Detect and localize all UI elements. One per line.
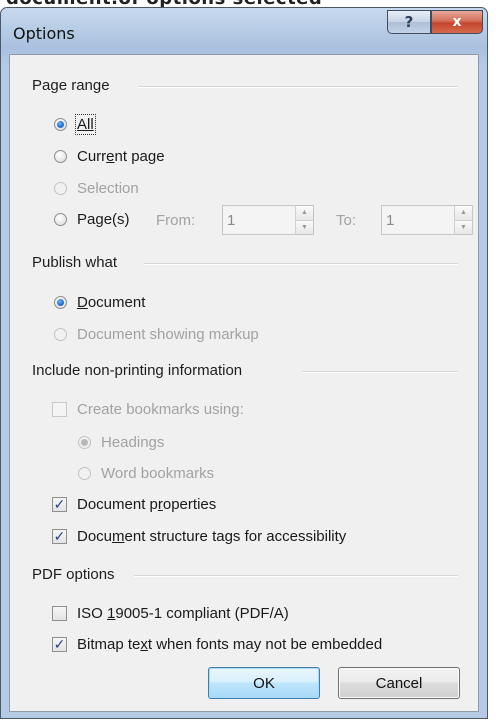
- checkbox-bitmap-text-label: Bitmap text when fonts may not be embedd…: [77, 636, 383, 653]
- radio-headings[interactable]: Headings: [78, 434, 164, 451]
- from-up-arrow-icon[interactable]: ▲: [296, 206, 313, 220]
- radio-document-button[interactable]: [54, 296, 67, 309]
- radio-selection[interactable]: Selection: [54, 180, 139, 197]
- checkmark-icon: ✓: [53, 528, 66, 545]
- radio-current-page[interactable]: Current page: [54, 148, 165, 165]
- to-page-value[interactable]: 1: [382, 206, 454, 234]
- radio-current-page-button[interactable]: [54, 150, 67, 163]
- help-button[interactable]: ?: [387, 10, 431, 34]
- to-down-arrow-icon[interactable]: ▼: [455, 219, 472, 234]
- radio-selection-button[interactable]: [54, 182, 67, 195]
- radio-document-label: Document: [77, 294, 146, 311]
- cancel-button[interactable]: Cancel: [338, 667, 460, 699]
- non-printing-divider: [302, 371, 458, 373]
- checkmark-icon: ✓: [53, 636, 66, 653]
- radio-document-markup[interactable]: Document showing markup: [54, 326, 259, 343]
- radio-document[interactable]: Document: [54, 294, 145, 311]
- options-dialog: Options ? x Page range All Current page …: [0, 7, 488, 719]
- from-page-spinner[interactable]: 1 ▲ ▼: [222, 205, 314, 235]
- from-down-arrow-icon[interactable]: ▼: [296, 219, 313, 234]
- from-page-value[interactable]: 1: [223, 206, 295, 234]
- radio-all-button[interactable]: [54, 118, 67, 131]
- dialog-body: Page range All Current page Selection Pa…: [9, 54, 479, 712]
- to-page-spinner[interactable]: 1 ▲ ▼: [381, 205, 473, 235]
- checkbox-create-bookmarks-label: Create bookmarks using:: [77, 401, 244, 418]
- radio-headings-label: Headings: [101, 434, 165, 451]
- dialog-title: Options: [13, 24, 75, 43]
- checkbox-document-properties[interactable]: ✓ Document properties: [52, 496, 216, 513]
- pdf-options-heading: PDF options: [32, 566, 115, 583]
- checkbox-iso-compliant-label: ISO 19005-1 compliant (PDF/A): [77, 605, 289, 622]
- radio-word-bookmarks[interactable]: Word bookmarks: [78, 465, 214, 482]
- radio-document-markup-label: Document showing markup: [77, 326, 259, 343]
- to-up-arrow-icon[interactable]: ▲: [455, 206, 472, 220]
- close-icon: x: [452, 14, 462, 30]
- title-bar: Options ? x: [1, 8, 487, 54]
- radio-current-page-label: Current page: [77, 148, 165, 165]
- checkbox-create-bookmarks-box[interactable]: [52, 402, 67, 417]
- radio-pages-button[interactable]: [54, 213, 67, 226]
- radio-pages-label: Page(s): [77, 211, 130, 228]
- checkbox-structure-tags-box[interactable]: ✓: [52, 529, 67, 544]
- radio-pages[interactable]: Page(s): [54, 211, 130, 228]
- radio-all[interactable]: All: [54, 114, 96, 135]
- checkbox-create-bookmarks[interactable]: Create bookmarks using:: [52, 401, 244, 418]
- radio-word-bookmarks-button[interactable]: [78, 467, 91, 480]
- checkbox-bitmap-text-box[interactable]: ✓: [52, 637, 67, 652]
- radio-document-markup-button[interactable]: [54, 328, 67, 341]
- checkbox-document-properties-label: Document properties: [77, 496, 217, 513]
- help-icon: ?: [404, 13, 414, 31]
- non-printing-heading: Include non-printing information: [32, 362, 243, 379]
- radio-selection-label: Selection: [77, 180, 139, 197]
- from-label: From:: [156, 212, 196, 229]
- page-range-divider: [138, 86, 458, 88]
- radio-word-bookmarks-label: Word bookmarks: [101, 465, 215, 482]
- pdf-options-divider: [134, 575, 458, 577]
- checkbox-structure-tags-label: Document structure tags for accessibilit…: [77, 528, 347, 545]
- radio-all-label: All: [75, 114, 96, 135]
- publish-what-heading: Publish what: [32, 254, 118, 271]
- page-range-heading: Page range: [32, 77, 110, 94]
- checkbox-structure-tags[interactable]: ✓ Document structure tags for accessibil…: [52, 528, 346, 545]
- checkbox-document-properties-box[interactable]: ✓: [52, 497, 67, 512]
- checkbox-iso-compliant-box[interactable]: [52, 606, 67, 621]
- checkbox-iso-compliant[interactable]: ISO 19005-1 compliant (PDF/A): [52, 605, 289, 622]
- radio-headings-button[interactable]: [78, 436, 91, 449]
- publish-what-divider: [144, 263, 458, 265]
- checkbox-bitmap-text[interactable]: ✓ Bitmap text when fonts may not be embe…: [52, 636, 382, 653]
- to-label: To:: [336, 212, 357, 229]
- checkmark-icon: ✓: [53, 496, 66, 513]
- ok-button[interactable]: OK: [208, 667, 320, 699]
- close-button[interactable]: x: [431, 10, 483, 34]
